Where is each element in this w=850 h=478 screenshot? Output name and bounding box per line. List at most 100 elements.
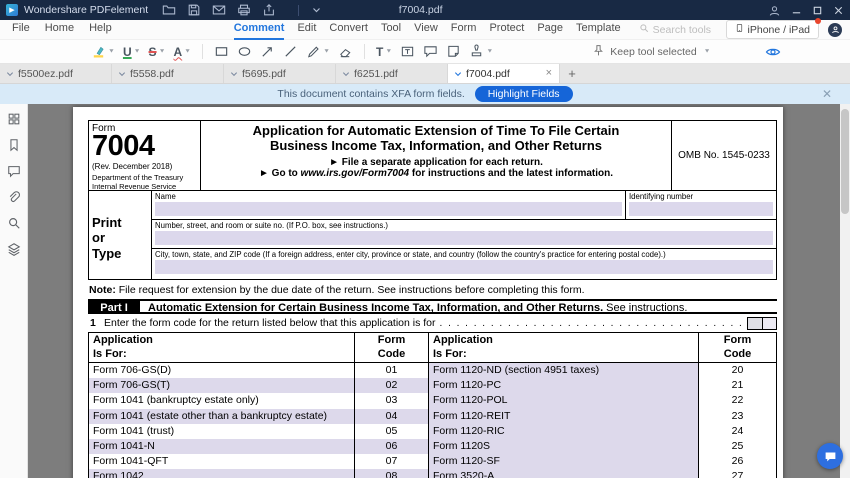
highlight-fields-button[interactable]: Highlight Fields <box>474 86 573 102</box>
identifying-number-field[interactable] <box>629 202 773 216</box>
menu-help[interactable]: Help <box>89 20 112 40</box>
tab-form[interactable]: Form <box>451 20 477 40</box>
assistant-button[interactable] <box>817 443 843 469</box>
chevron-down-icon: ▼ <box>108 48 115 55</box>
sticky-note-tool-button[interactable] <box>443 42 464 62</box>
search-tools[interactable]: Search tools <box>639 23 711 36</box>
form-code-box-2[interactable] <box>762 316 777 330</box>
tab-comment[interactable]: Comment <box>233 20 285 40</box>
panel-thumbnails-icon[interactable] <box>6 111 22 127</box>
eye-visibility-button[interactable] <box>765 44 781 60</box>
email-icon[interactable] <box>212 3 226 17</box>
line-tool-button[interactable] <box>280 42 301 62</box>
customize-toolbar-chevron-icon[interactable] <box>312 7 321 13</box>
doc-tab-f5558[interactable]: f5558.pdf <box>112 64 224 83</box>
menu-file[interactable]: File <box>12 20 30 40</box>
callout-tool-button[interactable] <box>420 42 441 62</box>
panel-bookmarks-icon[interactable] <box>6 137 22 153</box>
textbox-tool-button[interactable] <box>397 42 418 62</box>
part1-title: Automatic Extension for Certain Business… <box>148 302 604 312</box>
tab-chevron-down-icon[interactable] <box>454 68 462 80</box>
iphone-ipad-button[interactable]: iPhone / iPad <box>725 18 821 39</box>
name-field[interactable] <box>155 202 622 216</box>
strikethrough-tool-button[interactable]: S ▼ <box>146 42 169 62</box>
squiggly-underline-tool-button[interactable]: A ▼ <box>171 42 195 62</box>
search-icon <box>639 23 649 36</box>
tab-view[interactable]: View <box>414 20 438 40</box>
form-bullet2: ► Go to www.irs.gov/Form7004 for instruc… <box>258 168 614 180</box>
keep-tool-icon <box>592 44 605 60</box>
chevron-down-icon: ▼ <box>158 48 166 55</box>
doc-tab-f6251[interactable]: f6251.pdf <box>336 64 448 83</box>
chevron-down-icon: ▼ <box>323 48 331 55</box>
keep-tool-selected-label: Keep tool selected <box>610 45 697 58</box>
app-logo-icon: ▶ <box>6 4 18 16</box>
rectangle-tool-button[interactable] <box>211 42 232 62</box>
omb-number: OMB No. 1545-0233 <box>678 150 770 161</box>
minimize-button[interactable] <box>791 5 802 16</box>
doc-tab-f7004-active[interactable]: f7004.pdf × <box>448 64 560 83</box>
tab-chevron-down-icon[interactable] <box>6 68 14 80</box>
chevron-down-icon: ▼ <box>385 48 393 55</box>
tab-protect[interactable]: Protect <box>489 20 524 40</box>
stamp-tool-button[interactable]: ▼ <box>466 42 496 62</box>
close-button[interactable] <box>833 5 844 16</box>
oval-tool-button[interactable] <box>234 42 255 62</box>
xfa-notification-bar: This document contains XFA form fields. … <box>0 84 850 104</box>
comment-toolbar: ▼ U ▼ S ▼ A ▼ ▼ T ▼ ▼ Keep tool selected ▼ <box>0 40 850 64</box>
titlebar-separator <box>298 4 300 16</box>
scrollbar-thumb[interactable] <box>841 109 849 214</box>
underline-tool-button[interactable]: U ▼ <box>120 42 144 62</box>
panel-comments-icon[interactable] <box>6 163 22 179</box>
tab-page[interactable]: Page <box>537 20 563 40</box>
table-row: Form 1041 (trust) 05 Form 1120-RIC 24 <box>89 423 776 439</box>
workspace: This document contains XFA form fields. … <box>0 84 850 478</box>
city-field[interactable] <box>155 260 773 274</box>
keep-tool-selected-control[interactable]: Keep tool selected ▼ <box>592 44 711 60</box>
tab-chevron-down-icon[interactable] <box>342 68 350 80</box>
pencil-tool-button[interactable]: ▼ <box>303 42 333 62</box>
doc-tab-f5695[interactable]: f5695.pdf <box>224 64 336 83</box>
new-tab-button[interactable]: + <box>560 64 584 83</box>
table-row: Form 1041-N 06 Form 1120S 25 <box>89 438 776 455</box>
iphone-ipad-label: iPhone / iPad <box>747 23 810 36</box>
tab-edit[interactable]: Edit <box>297 20 316 40</box>
table-row: Form 706-GS(T) 02 Form 1120-PC 21 <box>89 378 776 394</box>
share-icon[interactable] <box>262 3 276 17</box>
tab-convert[interactable]: Convert <box>329 20 368 40</box>
app-window: ▶ Wondershare PDFelement f7004.pdf File … <box>0 0 850 478</box>
tab-tool[interactable]: Tool <box>381 20 401 40</box>
close-tab-icon[interactable]: × <box>545 68 553 79</box>
form-code-box-1[interactable] <box>747 316 762 330</box>
phone-icon <box>735 22 744 37</box>
tab-chevron-down-icon[interactable] <box>230 68 238 80</box>
line1: 1 Enter the form code for the return lis… <box>88 314 777 332</box>
street-field[interactable] <box>155 231 773 245</box>
chevron-down-icon: ▼ <box>486 48 494 55</box>
menu-home[interactable]: Home <box>45 20 74 40</box>
panel-search-icon[interactable] <box>6 215 22 231</box>
document-tabbar: f5500ez.pdf f5558.pdf f5695.pdf f6251.pd… <box>0 64 850 84</box>
text-comment-tool-button[interactable]: T ▼ <box>373 42 395 62</box>
table-row: Form 1041-QFT 07 Form 1120-SF 26 <box>89 454 776 470</box>
vertical-scrollbar[interactable] <box>840 104 850 478</box>
tab-template[interactable]: Template <box>576 20 621 40</box>
user-account-icon[interactable] <box>768 4 781 17</box>
notification-close-icon[interactable]: ✕ <box>822 88 832 100</box>
highlight-tool-button[interactable]: ▼ <box>88 42 118 62</box>
app-name: Wondershare PDFelement <box>24 4 149 16</box>
open-file-icon[interactable] <box>162 3 176 17</box>
form-revision: (Rev. December 2018) <box>92 161 173 171</box>
doc-tab-f5500ez[interactable]: f5500ez.pdf <box>0 64 112 83</box>
maximize-button[interactable] <box>812 5 823 16</box>
panel-layers-icon[interactable] <box>6 241 22 257</box>
save-icon[interactable] <box>187 3 201 17</box>
tab-label: f5558.pdf <box>130 67 174 80</box>
eraser-tool-button[interactable] <box>335 42 356 62</box>
account-avatar[interactable] <box>828 22 842 37</box>
tab-label: f7004.pdf <box>466 67 510 80</box>
tab-chevron-down-icon[interactable] <box>118 68 126 80</box>
print-icon[interactable] <box>237 3 251 17</box>
panel-attachments-icon[interactable] <box>6 189 22 205</box>
arrow-tool-button[interactable] <box>257 42 278 62</box>
